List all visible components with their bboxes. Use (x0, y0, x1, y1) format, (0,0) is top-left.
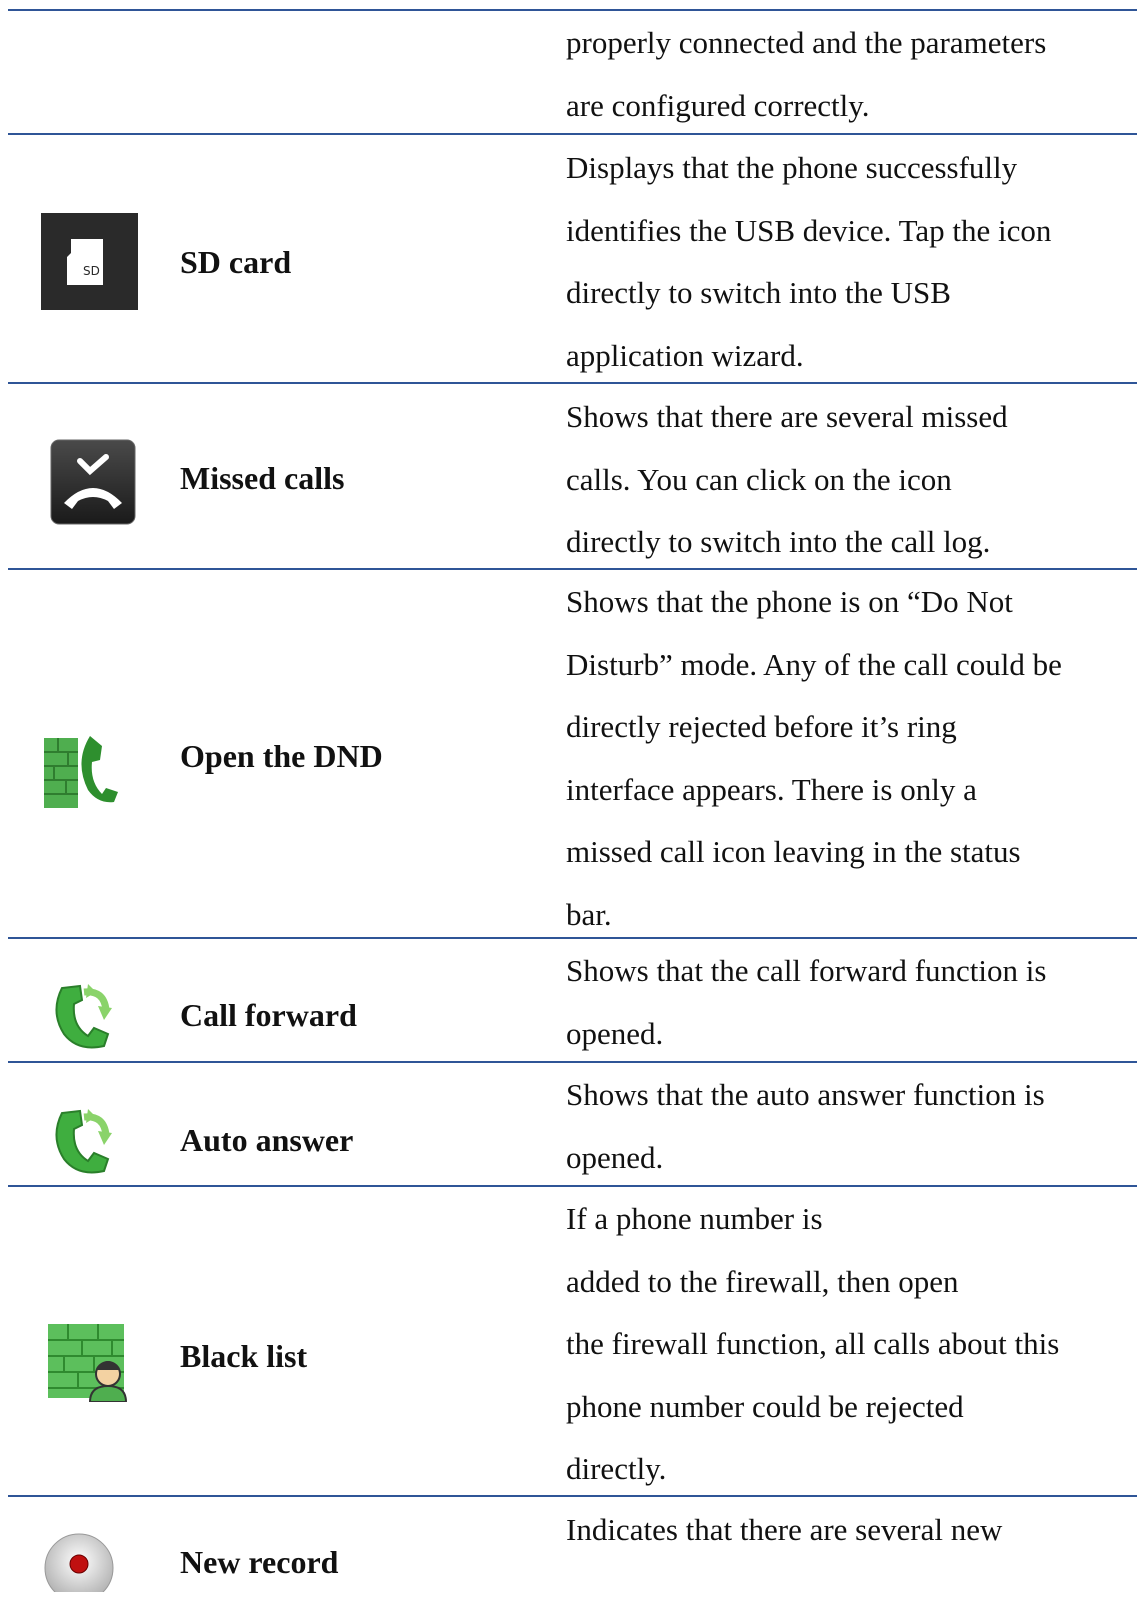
black-list-icon (48, 1322, 134, 1403)
row-description: Indicates that there are several new (566, 1512, 1003, 1547)
row-name: Auto answer (180, 1122, 354, 1158)
row-name: New record (180, 1544, 339, 1580)
dnd-icon (44, 732, 120, 812)
sd-card-icon: SD (41, 213, 138, 310)
row-description: properly connected and the parameters ar… (566, 25, 1047, 123)
row-description: Shows that there are several missed call… (566, 399, 1008, 559)
row-name: SD card (180, 244, 292, 280)
row-description: Displays that the phone successfully ide… (566, 150, 1052, 373)
row-name: Black list (180, 1338, 308, 1374)
row-name: Call forward (180, 997, 357, 1033)
record-icon (44, 1530, 114, 1597)
row-description: If a phone number is added to the firewa… (566, 1201, 1060, 1486)
row-description: Shows that the auto answer function is o… (566, 1077, 1045, 1175)
row-name: Open the DND (180, 738, 383, 774)
row-name: Missed calls (180, 460, 345, 496)
row-description: Shows that the call forward function is … (566, 953, 1047, 1051)
missed-call-icon (50, 439, 136, 525)
svg-text:SD: SD (83, 264, 100, 278)
call-forward-icon (48, 978, 118, 1054)
row-divider (8, 9, 1137, 11)
row-description: Shows that the phone is on “Do Not Distu… (566, 584, 1062, 932)
auto-answer-icon (48, 1103, 118, 1179)
